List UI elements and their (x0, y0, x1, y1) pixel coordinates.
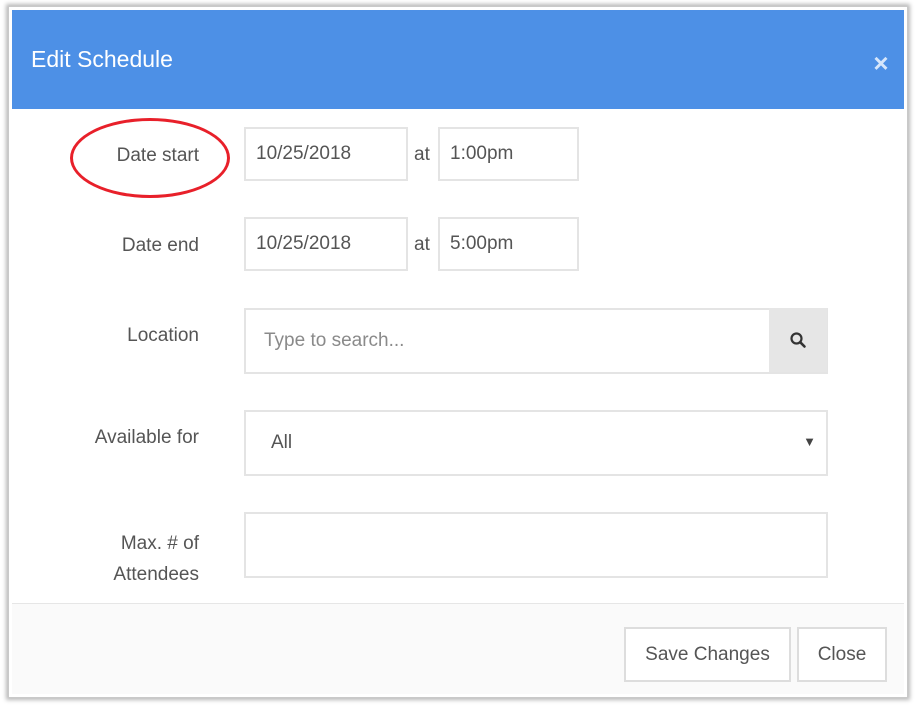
time-end-input[interactable]: 5:00pm (438, 217, 579, 271)
location-label: Location (127, 325, 199, 346)
close-button[interactable]: Close (797, 627, 887, 682)
available-for-select[interactable]: All ▼ (244, 410, 828, 476)
date-start-at-text: at (414, 144, 430, 165)
date-start-input[interactable]: 10/25/2018 (244, 127, 408, 181)
location-search-input[interactable]: Type to search... (244, 308, 828, 374)
max-attendees-label: Max. # of Attendees (49, 528, 199, 590)
save-changes-button[interactable]: Save Changes (624, 627, 791, 682)
modal-header: Edit Schedule × (12, 10, 904, 109)
time-start-input[interactable]: 1:00pm (438, 127, 579, 181)
date-start-label: Date start (116, 145, 199, 166)
date-end-at-text: at (414, 234, 430, 255)
search-icon (790, 332, 806, 348)
modal-title: Edit Schedule (31, 46, 173, 72)
available-for-value: All (271, 432, 293, 453)
available-for-label: Available for (94, 427, 199, 448)
close-icon[interactable]: × (870, 50, 892, 76)
date-end-label: Date end (121, 235, 199, 256)
location-placeholder: Type to search... (264, 330, 405, 351)
edit-schedule-modal: Edit Schedule × Date start 10/25/2018 at… (8, 6, 908, 698)
max-attendees-label-line2: Attendees (113, 564, 199, 585)
caret-down-icon: ▼ (803, 434, 816, 449)
date-end-input[interactable]: 10/25/2018 (244, 217, 408, 271)
max-attendees-label-line1: Max. # of (120, 533, 199, 554)
max-attendees-input[interactable] (244, 512, 828, 578)
location-search-button[interactable] (769, 308, 827, 372)
